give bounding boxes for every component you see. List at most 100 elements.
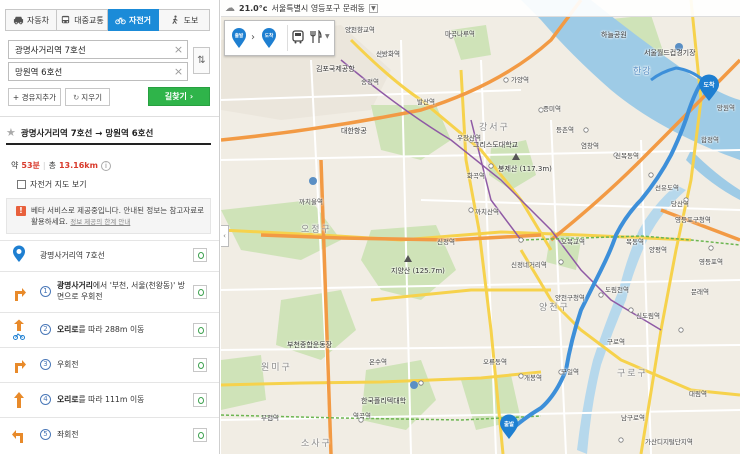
- tab-bicycle-label: 자전거: [128, 15, 152, 25]
- map-label-station: 까치산역: [475, 208, 499, 216]
- bus-icon[interactable]: [292, 30, 304, 44]
- route-step[interactable]: 3 우회전: [0, 347, 219, 381]
- start-marker[interactable]: 출발: [499, 414, 519, 440]
- route-title-text: 광명사거리역 7호선 → 망원역 6호선: [20, 128, 154, 139]
- weather-temp: 21.0°c: [239, 3, 268, 13]
- info-icon[interactable]: i: [100, 160, 111, 171]
- locate-step-icon[interactable]: [193, 393, 207, 407]
- step-number: 5: [40, 429, 51, 440]
- clear-destination-icon[interactable]: ×: [173, 66, 184, 77]
- map-label-station: 신목동역: [615, 152, 639, 160]
- walk-icon: [171, 15, 178, 24]
- map-label-station: 까치울역: [299, 198, 323, 206]
- map-label-station: 대림역: [689, 390, 707, 398]
- map-label-station: 선유도역: [655, 184, 679, 192]
- add-waypoint-label: + 경유지추가: [12, 92, 57, 102]
- locate-step-icon[interactable]: [193, 323, 207, 337]
- map-label-station: 부천역: [261, 414, 279, 422]
- find-route-button[interactable]: 길찾기 ›: [148, 87, 210, 106]
- origin-field[interactable]: 광명사거리역 7호선 ×: [8, 40, 188, 59]
- clear-origin-icon[interactable]: ×: [173, 44, 184, 55]
- tab-walk[interactable]: 도보: [159, 9, 210, 31]
- refresh-icon: ↻: [73, 92, 80, 102]
- map-label-station: 마곡나루역: [445, 30, 475, 38]
- map-label-mountain: 지양산 (125.7m): [391, 267, 445, 275]
- bus-icon: [62, 15, 70, 24]
- weather-bar: ☁ 21.0°c 서울특별시 영등포구 문래동 ▼: [221, 0, 740, 17]
- locate-step-icon[interactable]: [193, 358, 207, 372]
- map-label-station: 염창역: [581, 142, 599, 150]
- warning-icon: !: [16, 206, 26, 216]
- add-waypoint-button[interactable]: + 경유지추가: [8, 88, 61, 106]
- beta-limit-link[interactable]: 정보 제공의 한계 안내: [70, 218, 130, 226]
- star-icon[interactable]: ★: [6, 126, 16, 139]
- bike-map-toggle[interactable]: 자전거 지도 보기: [17, 179, 87, 190]
- restaurant-icon[interactable]: [310, 30, 322, 44]
- map-label-station: 온수역: [369, 358, 387, 366]
- transport-mode-tabs: 자동차 대중교통 자전거 도보: [5, 9, 210, 31]
- step-road: 오리로: [57, 325, 79, 334]
- clear-button[interactable]: ↻ 지우기: [65, 88, 110, 106]
- map-label-station: 도림천역: [605, 286, 629, 294]
- route-title: ★ 광명사거리역 7호선 → 망원역 6호선: [6, 124, 211, 145]
- step-desc: 좌회전: [57, 430, 79, 439]
- map-label-station: 신정네거리역: [511, 261, 547, 269]
- map-label-station: 양천구청역: [555, 294, 585, 302]
- route-step[interactable]: 2 오리로를 따라 288m 이동: [0, 312, 219, 346]
- start-mini-icon[interactable]: 출발: [231, 27, 247, 49]
- distance-prefix: 총: [48, 161, 56, 170]
- route-step[interactable]: 1 광명사거리에서 '부천, 서울(천왕동)' 방면으로 우회전: [0, 271, 219, 311]
- tab-car[interactable]: 자동차: [5, 9, 57, 31]
- step-text: 오리로를 따라 111m 이동: [57, 394, 187, 405]
- route-step[interactable]: 4 오리로를 따라 111m 이동: [0, 382, 219, 416]
- chevron-down-icon[interactable]: ▼: [325, 33, 330, 40]
- map-label-station: 영등포구청역: [675, 216, 711, 224]
- map-label-place: 대한항공: [341, 127, 367, 135]
- start-marker-label: 출발: [504, 420, 514, 428]
- map-label-station: 합정역: [701, 136, 719, 144]
- destination-value: 망원역 6호선: [15, 67, 63, 78]
- straight-bike-icon: [13, 319, 25, 340]
- step-number: 2: [40, 324, 51, 335]
- step-text: 우회전: [57, 359, 187, 370]
- end-mini-icon[interactable]: 도착: [261, 27, 277, 49]
- locate-step-icon[interactable]: [193, 428, 207, 442]
- map-label-station: 발산역: [417, 98, 435, 106]
- route-step[interactable]: 5 좌회전: [0, 417, 219, 454]
- chevron-right-icon: ›: [251, 32, 255, 43]
- chevron-down-icon[interactable]: ▼: [368, 3, 378, 13]
- map-label-station: 구일역: [561, 368, 579, 376]
- map-label-river: 한강: [633, 67, 652, 77]
- find-route-label: 길찾기: [164, 92, 187, 101]
- swap-icon[interactable]: ⇅: [193, 47, 210, 74]
- locate-step-icon[interactable]: [193, 248, 207, 262]
- end-marker[interactable]: 도착: [698, 74, 720, 102]
- tab-transit[interactable]: 대중교통: [57, 9, 108, 31]
- map-label-station: 문래역: [691, 288, 709, 296]
- route-start-row[interactable]: 광명사거리역 7호선: [0, 240, 219, 270]
- map-label-station: 남구로역: [621, 414, 645, 422]
- map-label-station: 역곡역: [353, 412, 371, 420]
- locate-step-icon[interactable]: [193, 285, 207, 299]
- start-mini-label: 출발: [235, 32, 244, 39]
- origin-value: 광명사거리역 7호선: [15, 45, 86, 56]
- bike-map-label: 자전거 지도 보기: [30, 180, 87, 189]
- tab-bicycle[interactable]: 자전거: [108, 9, 159, 31]
- collapse-panel-handle[interactable]: ‹: [221, 225, 229, 247]
- map-label-station: 등촌역: [556, 126, 574, 134]
- turn-right-icon: [15, 288, 26, 301]
- map-label-district: 소사구: [301, 439, 332, 449]
- map-label-district: 강서구: [479, 123, 510, 133]
- map-label-station: 가산디지털단지역: [645, 438, 693, 446]
- map-label-station: 구로역: [607, 338, 625, 346]
- route-distance: 13.16km: [58, 161, 98, 170]
- step-number: 4: [40, 394, 51, 405]
- destination-field[interactable]: 망원역 6호선 ×: [8, 62, 188, 81]
- map-canvas[interactable]: 한강 강서구 양천구 구로구 원미구 소사구 오정구 봉제산 (117.3m) …: [221, 0, 740, 454]
- route-time: 53분: [21, 161, 40, 170]
- map-label-place: 하늘공원: [601, 31, 627, 39]
- step-text: 오리로를 따라 288m 이동: [57, 324, 187, 335]
- bike-map-checkbox[interactable]: [17, 180, 26, 189]
- step-road: 오리로: [57, 395, 79, 404]
- map-label-station: 증미역: [543, 105, 561, 113]
